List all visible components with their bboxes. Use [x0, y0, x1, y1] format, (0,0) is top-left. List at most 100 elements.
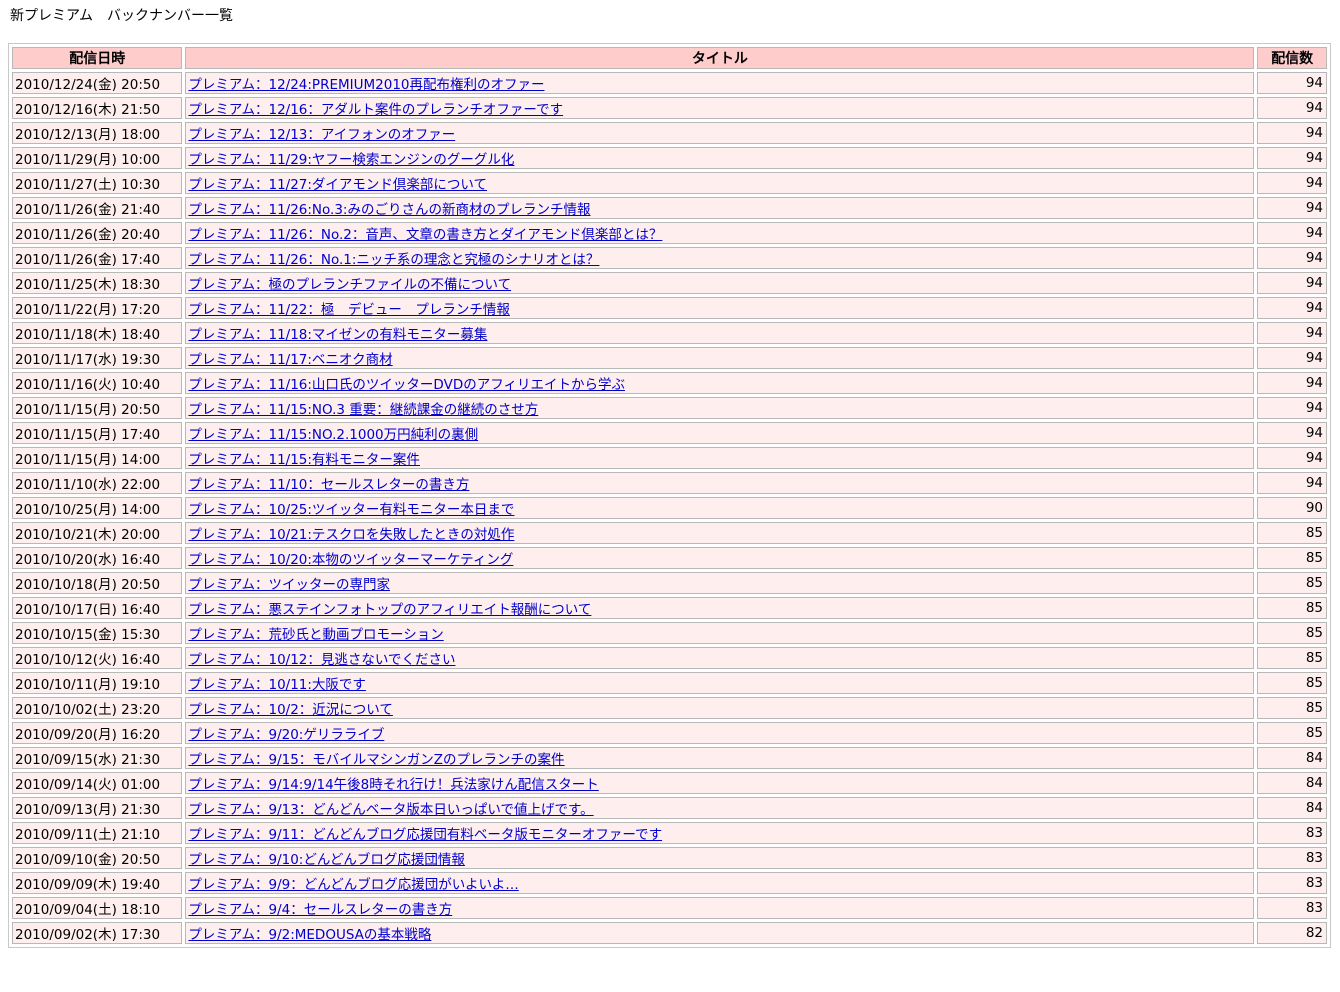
title-link[interactable]: プレミアム：11/15:NO.3 重要：継続課金の継続のさせ方 — [188, 402, 538, 418]
cell-count: 85 — [1257, 572, 1327, 594]
table-row: 2010/11/18(木) 18:40 プレミアム：11/18:マイゼンの有料モニ… — [12, 322, 1327, 344]
title-link[interactable]: プレミアム：10/11:大阪です — [188, 677, 366, 693]
cell-count: 94 — [1257, 322, 1327, 344]
table-row: 2010/09/14(火) 01:00 プレミアム：9/14:9/14午後8時それ… — [12, 772, 1327, 794]
title-link[interactable]: プレミアム：11/18:マイゼンの有料モニター募集 — [188, 327, 487, 343]
title-link[interactable]: プレミアム：10/12：見逃さないでください — [188, 652, 455, 668]
cell-title: プレミアム：11/15:NO.3 重要：継続課金の継続のさせ方 — [185, 397, 1255, 419]
cell-count: 94 — [1257, 472, 1327, 494]
title-link[interactable]: プレミアム：11/17:ベニオク商材 — [188, 352, 392, 368]
title-link[interactable]: プレミアム：10/20:本物のツイッターマーケティング — [188, 552, 513, 568]
table-row: 2010/11/29(月) 10:00 プレミアム：11/29:ヤフー検索エンジン… — [12, 147, 1327, 169]
table-row: 2010/09/04(土) 18:10 プレミアム：9/4：セールスレターの書き方… — [12, 897, 1327, 919]
title-link[interactable]: プレミアム：9/15：モバイルマシンガンZのプレランチの案件 — [188, 752, 564, 768]
cell-title: プレミアム：11/15:有料モニター案件 — [185, 447, 1255, 469]
cell-title: プレミアム：9/4：セールスレターの書き方 — [185, 897, 1255, 919]
title-link[interactable]: プレミアム：11/10：セールスレターの書き方 — [188, 477, 469, 493]
title-link[interactable]: プレミアム：11/16:山口氏のツイッターDVDのアフィリエイトから学ぶ — [188, 377, 625, 393]
cell-title: プレミアム：9/10:どんどんブログ応援団情報 — [185, 847, 1255, 869]
cell-date: 2010/09/02(木) 17:30 — [12, 922, 183, 944]
cell-date: 2010/12/24(金) 20:50 — [12, 72, 183, 94]
cell-count: 94 — [1257, 272, 1327, 294]
title-link[interactable]: プレミアム：9/9：どんどんブログ応援団がいよいよ… — [188, 877, 518, 893]
table-row: 2010/11/16(火) 10:40 プレミアム：11/16:山口氏のツイッター… — [12, 372, 1327, 394]
title-link[interactable]: プレミアム：9/14:9/14午後8時それ行け！兵法家けん配信スタート — [188, 777, 598, 793]
title-link[interactable]: プレミアム：11/27:ダイアモンド倶楽部について — [188, 177, 487, 193]
cell-title: プレミアム：11/26：No.1:ニッチ系の理念と究極のシナリオとは？ — [185, 247, 1255, 269]
cell-date: 2010/12/13(月) 18:00 — [12, 122, 183, 144]
title-link[interactable]: プレミアム：12/24:PREMIUM2010再配布権利のオファー — [188, 77, 544, 93]
cell-date: 2010/11/29(月) 10:00 — [12, 147, 183, 169]
cell-title: プレミアム：ツイッターの専門家 — [185, 572, 1255, 594]
cell-title: プレミアム：12/16：アダルト案件のプレランチオファーです — [185, 97, 1255, 119]
title-link[interactable]: プレミアム：12/16：アダルト案件のプレランチオファーです — [188, 102, 563, 118]
header-count: 配信数 — [1257, 47, 1327, 69]
cell-date: 2010/11/26(金) 20:40 — [12, 222, 183, 244]
cell-count: 94 — [1257, 297, 1327, 319]
cell-count: 84 — [1257, 772, 1327, 794]
table-row: 2010/10/02(土) 23:20 プレミアム：10/2：近況について 85 — [12, 697, 1327, 719]
cell-count: 94 — [1257, 147, 1327, 169]
cell-date: 2010/11/27(土) 10:30 — [12, 172, 183, 194]
title-link[interactable]: プレミアム：9/4：セールスレターの書き方 — [188, 902, 452, 918]
cell-date: 2010/11/16(火) 10:40 — [12, 372, 183, 394]
cell-count: 85 — [1257, 672, 1327, 694]
cell-date: 2010/09/15(水) 21:30 — [12, 747, 183, 769]
table-row: 2010/11/17(水) 19:30 プレミアム：11/17:ベニオク商材 94 — [12, 347, 1327, 369]
title-link[interactable]: プレミアム：10/2：近況について — [188, 702, 392, 718]
table-row: 2010/11/15(月) 17:40 プレミアム：11/15:NO.2.1000… — [12, 422, 1327, 444]
cell-title: プレミアム：9/15：モバイルマシンガンZのプレランチの案件 — [185, 747, 1255, 769]
cell-title: プレミアム：9/2:MEDOUSAの基本戦略 — [185, 922, 1255, 944]
cell-count: 94 — [1257, 397, 1327, 419]
table-row: 2010/09/20(月) 16:20 プレミアム：9/20:ゲリラライブ 85 — [12, 722, 1327, 744]
title-link[interactable]: プレミアム：9/20:ゲリラライブ — [188, 727, 384, 743]
cell-count: 94 — [1257, 422, 1327, 444]
title-link[interactable]: プレミアム：9/10:どんどんブログ応援団情報 — [188, 852, 465, 868]
table-header-row: 配信日時 タイトル 配信数 — [12, 47, 1327, 69]
cell-date: 2010/11/18(木) 18:40 — [12, 322, 183, 344]
cell-count: 85 — [1257, 622, 1327, 644]
cell-date: 2010/09/09(木) 19:40 — [12, 872, 183, 894]
cell-date: 2010/10/25(月) 14:00 — [12, 497, 183, 519]
cell-title: プレミアム：11/16:山口氏のツイッターDVDのアフィリエイトから学ぶ — [185, 372, 1255, 394]
cell-count: 94 — [1257, 447, 1327, 469]
cell-title: プレミアム：11/26：No.2：音声、文章の書き方とダイアモンド倶楽部とは？ — [185, 222, 1255, 244]
cell-title: プレミアム：10/12：見逃さないでください — [185, 647, 1255, 669]
title-link[interactable]: プレミアム：9/13：どんどんベータ版本日いっぱいで値上げです。 — [188, 802, 593, 818]
cell-count: 83 — [1257, 847, 1327, 869]
title-link[interactable]: プレミアム：9/11：どんどんブログ応援団有料ベータ版モニターオファーです — [188, 827, 662, 843]
cell-date: 2010/12/16(木) 21:50 — [12, 97, 183, 119]
cell-date: 2010/09/20(月) 16:20 — [12, 722, 183, 744]
cell-date: 2010/11/25(木) 18:30 — [12, 272, 183, 294]
title-link[interactable]: プレミアム：ツイッターの専門家 — [188, 577, 390, 593]
cell-count: 94 — [1257, 72, 1327, 94]
table-row: 2010/09/10(金) 20:50 プレミアム：9/10:どんどんブログ応援団… — [12, 847, 1327, 869]
title-link[interactable]: プレミアム：10/25:ツイッター有料モニター本日まで — [188, 502, 514, 518]
title-link[interactable]: プレミアム：荒砂氏と動画プロモーション — [188, 627, 443, 643]
title-link[interactable]: プレミアム：11/26：No.2：音声、文章の書き方とダイアモンド倶楽部とは？ — [188, 227, 662, 243]
title-link[interactable]: プレミアム：悪ステインフォトップのアフィリエイト報酬について — [188, 602, 591, 618]
title-link[interactable]: プレミアム：11/26:No.3:みのごりさんの新商材のプレランチ情報 — [188, 202, 590, 218]
cell-date: 2010/11/22(月) 17:20 — [12, 297, 183, 319]
title-link[interactable]: プレミアム：11/22：極 デビュー プレランチ情報 — [188, 302, 509, 318]
cell-date: 2010/11/10(水) 22:00 — [12, 472, 183, 494]
cell-title: プレミアム：9/14:9/14午後8時それ行け！兵法家けん配信スタート — [185, 772, 1255, 794]
page-title: 新プレミアム バックナンバー一覧 — [10, 8, 234, 24]
cell-count: 94 — [1257, 247, 1327, 269]
title-link[interactable]: プレミアム：極のプレランチファイルの不備について — [188, 277, 511, 293]
cell-date: 2010/11/15(月) 20:50 — [12, 397, 183, 419]
header-date: 配信日時 — [12, 47, 183, 69]
title-link[interactable]: プレミアム：9/2:MEDOUSAの基本戦略 — [188, 927, 431, 943]
title-link[interactable]: プレミアム：11/29:ヤフー検索エンジンのグーグル化 — [188, 152, 514, 168]
title-link[interactable]: プレミアム：10/21:テスクロを失敗したときの対処作 — [188, 527, 514, 543]
cell-date: 2010/11/15(月) 14:00 — [12, 447, 183, 469]
title-link[interactable]: プレミアム：11/15:有料モニター案件 — [188, 452, 420, 468]
cell-date: 2010/10/18(月) 20:50 — [12, 572, 183, 594]
title-link[interactable]: プレミアム：11/15:NO.2.1000万円純利の裏側 — [188, 427, 478, 443]
cell-title: プレミアム：11/29:ヤフー検索エンジンのグーグル化 — [185, 147, 1255, 169]
title-link[interactable]: プレミアム：11/26：No.1:ニッチ系の理念と究極のシナリオとは？ — [188, 252, 599, 268]
title-link[interactable]: プレミアム：12/13：アイフォンのオファー — [188, 127, 455, 143]
cell-title: プレミアム：12/13：アイフォンのオファー — [185, 122, 1255, 144]
cell-count: 94 — [1257, 172, 1327, 194]
table-row: 2010/11/27(土) 10:30 プレミアム：11/27:ダイアモンド倶楽部… — [12, 172, 1327, 194]
